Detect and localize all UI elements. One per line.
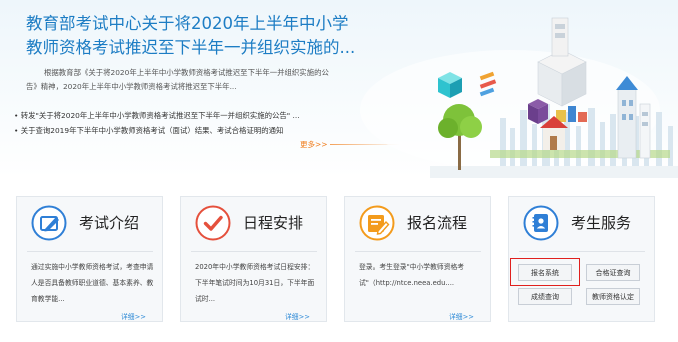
- box-graphic: [537, 17, 587, 107]
- detail-link[interactable]: 详细>>: [285, 311, 310, 321]
- banner-headline[interactable]: 教育部考试中心关于将2020年上半年中小学教师资格考试推迟至下半年一并组织实施的…: [26, 12, 356, 60]
- more-news-link[interactable]: 更多>>: [300, 139, 328, 150]
- card-schedule: 日程安排 2020年中小学教师资格考试日程安排：下半年笔试时间为10月31日，下…: [180, 196, 327, 322]
- score-query-button[interactable]: 成绩查询: [518, 288, 572, 305]
- address-book-icon: [523, 205, 559, 241]
- certificate-query-button[interactable]: 合格证查询: [586, 264, 640, 281]
- card-title[interactable]: 考试介绍: [79, 212, 139, 233]
- card-divider: [191, 251, 317, 252]
- highlight-box: [510, 258, 580, 286]
- news-list: • 转发"关于将2020年上半年中小学教师资格考试推迟至下半年一并组织实施的公告…: [14, 108, 344, 138]
- checkmark-icon: [195, 205, 231, 241]
- card-body: 2020年中小学教师资格考试日程安排：下半年笔试时间为10月31日，下半年面试时…: [195, 263, 315, 303]
- card-header: 考试介绍: [17, 205, 162, 245]
- card-divider: [355, 251, 481, 252]
- card-exam-intro: 考试介绍 通过实施中小学教师资格考试，考查申请人是否具备教师职业道德、基本素养、…: [16, 196, 163, 322]
- card-title[interactable]: 报名流程: [407, 212, 467, 233]
- form-edit-icon: [359, 205, 395, 241]
- teacher-qualification-button[interactable]: 教师资格认定: [586, 288, 640, 305]
- news-item[interactable]: • 关于查询2019年下半年中小学教师资格考试（面试）结果、考试合格证明的通知: [14, 123, 344, 138]
- news-item[interactable]: • 转发"关于将2020年上半年中小学教师资格考试推迟至下半年一并组织实施的公告…: [14, 108, 344, 123]
- card-divider: [519, 251, 645, 252]
- pencil-icon: [31, 205, 67, 241]
- card-title[interactable]: 考生服务: [571, 212, 631, 233]
- detail-link[interactable]: 详细>>: [121, 311, 146, 321]
- card-header: 日程安排: [181, 205, 326, 245]
- education-illustration: [360, 17, 678, 178]
- card-body: 登录。考生登录"中小学教师资格考试"（http://ntce.neea.edu.…: [359, 263, 465, 287]
- card-title[interactable]: 日程安排: [243, 212, 303, 233]
- card-header: 报名流程: [345, 205, 490, 245]
- card-body: 通过实施中小学教师资格考试，考查申请人是否具备教师职业道德、基本素养、教育教学能…: [31, 263, 154, 303]
- card-divider: [27, 251, 153, 252]
- card-header: 考生服务: [509, 205, 654, 245]
- banner-summary: 根据教育部《关于将2020年上半年中小学教师资格考试推迟至下半年一并组织实施的公…: [26, 68, 329, 91]
- news-banner: 教育部考试中心关于将2020年上半年中小学教师资格考试推迟至下半年一并组织实施的…: [0, 0, 678, 178]
- card-registration-process: 报名流程 登录。考生登录"中小学教师资格考试"（http://ntce.neea…: [344, 196, 491, 322]
- detail-link[interactable]: 详细>>: [449, 311, 474, 321]
